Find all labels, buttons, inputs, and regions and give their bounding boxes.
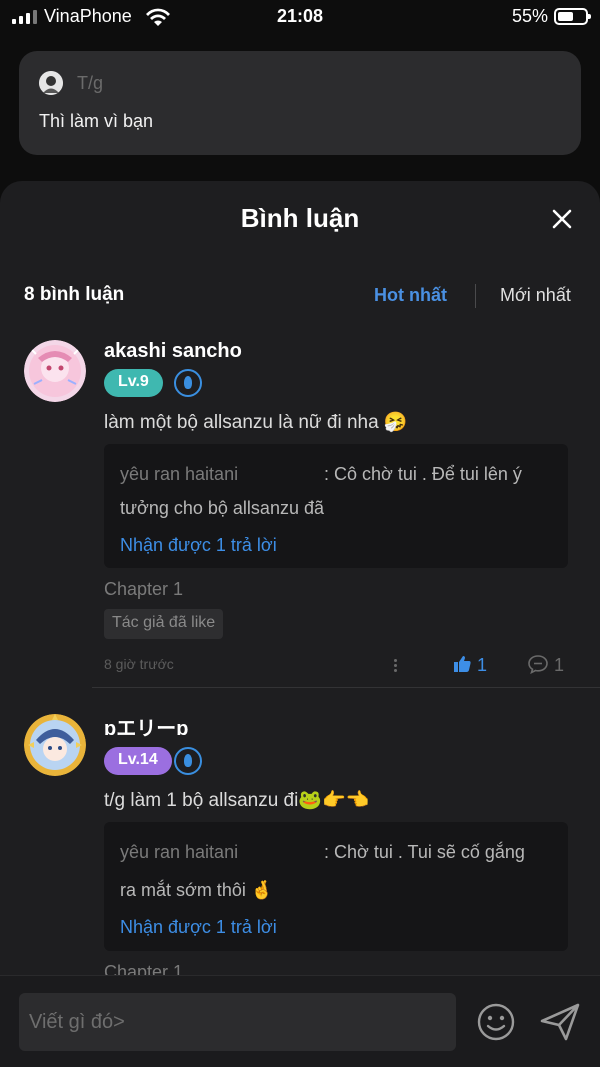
comment-divider	[92, 687, 600, 688]
sheet-title: Bình luận	[240, 203, 360, 233]
reply-preview[interactable]: yêu ran haitani : Cô chờ tui . Để tui lê…	[104, 444, 568, 568]
sort-hot-tab[interactable]: Hot nhất	[374, 285, 447, 306]
reply-text: : Cô chờ tui . Để tui lên ý	[324, 464, 522, 484]
reply-text-continued: ra mắt sớm thôi 🤞	[120, 880, 274, 900]
level-badge: Lv.9	[104, 369, 163, 397]
chapter-label: Chapter 1	[104, 579, 184, 599]
send-icon[interactable]	[539, 1001, 581, 1043]
comment-text: làm một bộ allsanzu là nữ đi nha 🤧	[104, 412, 408, 433]
comment-input-bar: Viết gì đó>	[0, 975, 600, 1067]
comment-input[interactable]: Viết gì đó>	[19, 993, 456, 1051]
comment-author-name[interactable]: ɒエリーɒ	[104, 712, 188, 741]
reply-author: yêu ran haitani	[120, 464, 239, 484]
comment-time: 8 giờ trước	[104, 656, 174, 672]
author-message-card[interactable]: T/g Thì làm vì bạn	[19, 51, 581, 155]
emoji-icon[interactable]	[476, 1002, 516, 1042]
more-icon[interactable]	[394, 657, 400, 674]
author-liked-tag: Tác giả đã like	[104, 609, 224, 639]
reply-text: : Chờ tui . Tui sẽ cố gắng	[324, 842, 525, 862]
author-name: T/g	[77, 73, 104, 93]
level-badge: Lv.14	[104, 747, 172, 775]
reply-count: 1	[554, 655, 565, 675]
close-icon[interactable]	[550, 207, 574, 231]
avatar[interactable]	[24, 340, 86, 402]
comment-text: t/g làm 1 bộ allsanzu đi🐸👉👈	[104, 790, 370, 811]
like-button[interactable]: 1	[452, 654, 487, 676]
reply-text-continued: tưởng cho bộ allsanzu đã	[120, 498, 324, 518]
shield-icon	[174, 369, 202, 397]
thumbs-up-icon	[454, 656, 471, 672]
comment-icon	[528, 655, 548, 675]
reply-preview[interactable]: yêu ran haitani : Chờ tui . Tui sẽ cố gắ…	[104, 822, 568, 951]
author-avatar	[39, 71, 63, 95]
avatar[interactable]	[24, 714, 86, 776]
author-message: Thì làm vì bạn	[39, 111, 154, 131]
comment-item: akashi sancho Lv.9 làm một bộ allsanzu l…	[0, 334, 600, 694]
view-replies-link[interactable]: Nhận được 1 trả lời	[120, 535, 277, 556]
like-count: 1	[477, 655, 488, 675]
battery-percent: 55%	[511, 6, 548, 26]
shield-icon	[174, 747, 202, 775]
comment-author-name[interactable]: akashi sancho	[104, 340, 242, 363]
status-bar: VinaPhone 21:08 55%	[0, 0, 600, 34]
sort-new-tab[interactable]: Mới nhất	[500, 285, 571, 306]
reply-author: yêu ran haitani	[120, 842, 239, 862]
clock: 21:08	[276, 6, 324, 26]
sort-divider	[475, 284, 476, 308]
battery-icon	[554, 8, 591, 25]
view-replies-link[interactable]: Nhận được 1 trả lời	[120, 917, 277, 938]
reply-button[interactable]: 1	[527, 654, 564, 676]
comments-sheet: Bình luận 8 bình luận Hot nhất Mới nhất …	[0, 181, 600, 1067]
comment-count: 8 bình luận	[24, 284, 125, 305]
